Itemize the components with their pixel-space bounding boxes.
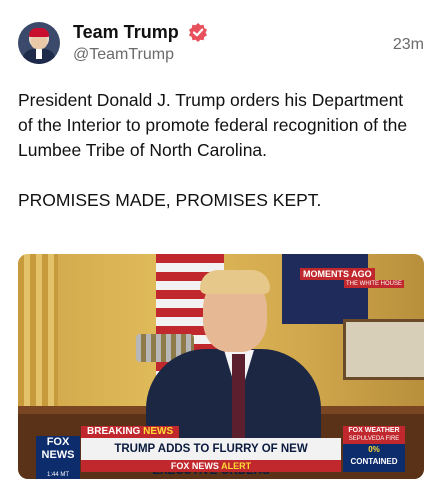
post-body: President Donald J. Trump orders his Dep…	[18, 88, 418, 213]
moments-ago-sub: THE WHITE HOUSE	[344, 280, 405, 288]
author-handle[interactable]: @TeamTrump	[73, 46, 174, 64]
broadcast-clock: 1:44 MT	[36, 472, 80, 479]
post-paragraph: President Donald J. Trump orders his Dep…	[18, 90, 408, 160]
fox-news-alert: FOX NEWS ALERT	[81, 460, 341, 472]
fox-weather-box: FOX WEATHER SEPULVEDA FIRE 0% CONTAINED	[343, 426, 405, 472]
post-media-image[interactable]: MOMENTS AGO THE WHITE HOUSE BREAKING NEW…	[18, 254, 424, 479]
chyron-headline: TRUMP ADDS TO FLURRY OF NEW EXECUTIVE OR…	[81, 438, 341, 477]
verified-badge-icon	[189, 23, 207, 42]
flag	[282, 254, 368, 324]
fox-news-logo: FOX NEWS	[36, 436, 80, 472]
post-timestamp[interactable]: 23m	[393, 36, 424, 54]
moments-ago-label: MOMENTS AGO	[300, 268, 375, 280]
avatar[interactable]	[18, 22, 60, 64]
post-paragraph: PROMISES MADE, PROMISES KEPT.	[18, 190, 322, 210]
breaking-news-label: BREAKING NEWS	[81, 426, 180, 438]
post-header: Team Trump @TeamTrump 23m	[18, 20, 424, 70]
picture-frames	[343, 319, 424, 380]
author-name[interactable]: Team Trump	[73, 22, 179, 43]
